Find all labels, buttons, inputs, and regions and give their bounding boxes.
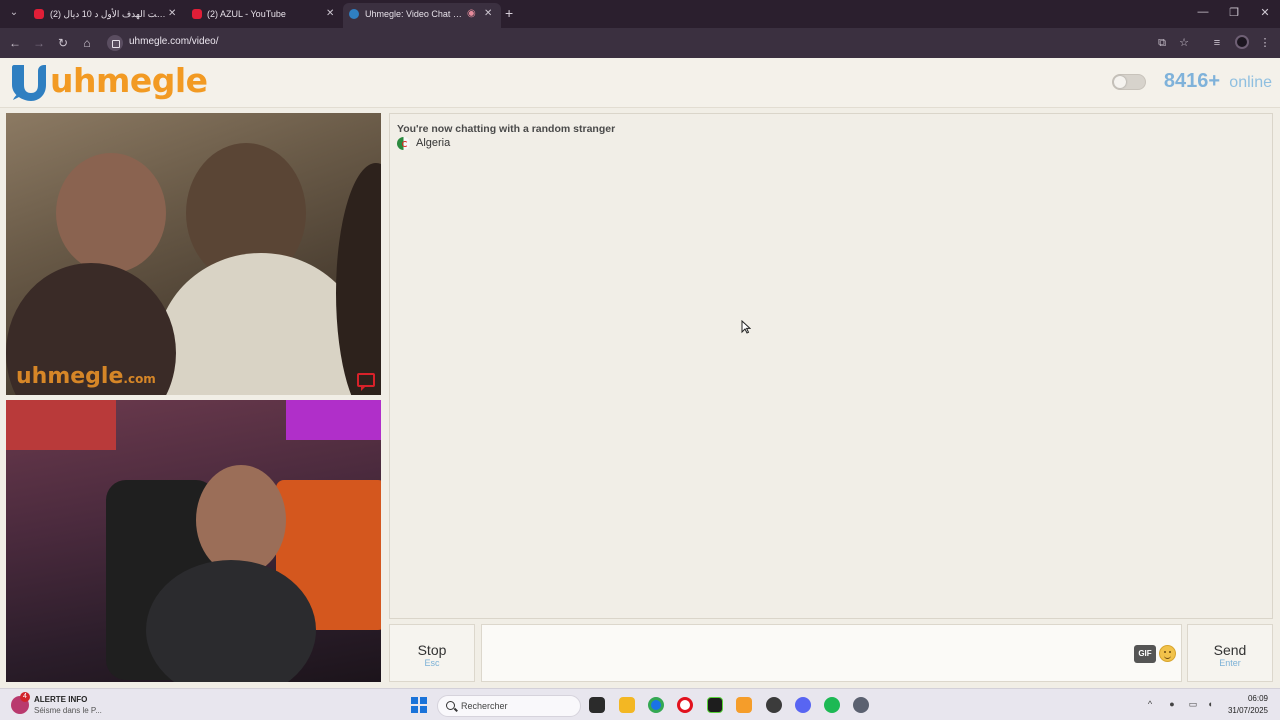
minimize-icon[interactable]: — (1196, 6, 1210, 18)
send-button-label: Send (1213, 642, 1247, 658)
volume-icon[interactable]: ◖ (1204, 699, 1216, 709)
stop-button-label: Stop (417, 642, 447, 658)
uhmegle-favicon-icon (349, 9, 359, 19)
online-label: online (1229, 74, 1272, 91)
self-video (6, 400, 381, 682)
video-figure (156, 253, 366, 395)
report-flag-icon[interactable] (357, 373, 375, 391)
news-subtitle[interactable]: Séisme dans le P... (34, 706, 102, 715)
url-text: uhmegle.com/video/ (129, 36, 219, 47)
back-arrow-icon[interactable]: ← (7, 35, 23, 51)
taskbar-search[interactable]: Rechercher (437, 695, 581, 717)
tab-youtube-1[interactable]: (2) حققت الهدف الأول د 10 ديال ✕ (28, 3, 180, 25)
tray-chevron-icon[interactable]: ^ (1144, 699, 1156, 709)
file-explorer-icon[interactable] (619, 697, 635, 713)
youtube-icon (34, 9, 44, 19)
chat-log: You're now chatting with a random strang… (389, 113, 1273, 619)
tab-close-icon[interactable]: ✕ (326, 3, 334, 25)
tab-title: (2) AZUL - YouTube (207, 9, 286, 19)
video-flag-backdrop (6, 400, 116, 450)
creative-app-icon[interactable] (736, 697, 752, 713)
window-close-icon[interactable]: ✕ (1258, 6, 1272, 19)
reload-icon[interactable]: ↻ (55, 35, 71, 51)
browser-tab-strip: ⌄ (2) حققت الهدف الأول د 10 ديال ✕ (2) A… (0, 0, 1280, 28)
stop-button-shortcut: Esc (424, 658, 440, 668)
theme-toggle[interactable] (1112, 74, 1146, 90)
new-tab-button[interactable]: + (505, 4, 519, 22)
online-counter: 8416+ online (1112, 70, 1272, 96)
tab-title: Uhmegle: Video Chat | Ome (365, 9, 463, 19)
send-button[interactable]: Send Enter (1187, 624, 1273, 682)
restore-icon[interactable]: ❐ (1227, 6, 1241, 19)
search-label: Rechercher (461, 701, 508, 711)
algeria-flag-icon (397, 137, 410, 150)
youtube-icon (192, 9, 202, 19)
video-figure (56, 153, 166, 273)
browser-menu-icon[interactable]: ⋮ (1257, 35, 1273, 51)
spotify-icon[interactable] (824, 697, 840, 713)
profile-avatar[interactable] (1235, 35, 1249, 49)
taskbar: 4 ALERTE INFO Séisme dans le P... Recher… (0, 688, 1280, 720)
opera-icon[interactable] (677, 697, 693, 713)
site-info-icon[interactable] (107, 35, 123, 51)
logo-text[interactable]: uhmegle (50, 61, 208, 100)
discord-icon[interactable] (795, 697, 811, 713)
network-icon[interactable]: ▭ (1187, 699, 1199, 710)
uhmegle-logo-icon[interactable] (8, 63, 48, 101)
country-name: Algeria (416, 137, 451, 149)
task-view-icon[interactable] (589, 697, 605, 713)
settings-gear-icon[interactable] (853, 697, 869, 713)
stop-button[interactable]: Stop Esc (389, 624, 475, 682)
mouse-cursor-icon (741, 320, 751, 334)
forward-arrow-icon[interactable]: → (31, 35, 47, 51)
address-bar[interactable]: uhmegle.com/video/ (103, 32, 1203, 54)
send-button-shortcut: Enter (1219, 658, 1241, 668)
emoji-icon[interactable] (1159, 645, 1176, 662)
obs-icon[interactable] (766, 697, 782, 713)
microphone-icon[interactable]: ● (1166, 699, 1178, 709)
gif-button[interactable]: GIF (1134, 645, 1156, 663)
translate-icon[interactable]: ⧉ (1154, 35, 1170, 51)
search-icon (446, 701, 455, 710)
tab-youtube-2[interactable]: (2) AZUL - YouTube ✕ (186, 3, 338, 25)
clock-time: 06:09 (1247, 694, 1268, 703)
video-neon-light (286, 400, 381, 440)
tab-search-chevron-icon[interactable]: ⌄ (6, 5, 22, 21)
tab-close-icon[interactable]: ✕ (168, 3, 176, 25)
browser-toolbar: ← → ↻ ⌂ uhmegle.com/video/ ⧉ ☆ ≡ ⋮ (0, 28, 1280, 58)
chat-status-message: You're now chatting with a random strang… (397, 123, 616, 135)
online-count: 8416+ (1163, 70, 1220, 92)
chrome-icon[interactable] (648, 697, 664, 713)
clock-date: 31/07/2025 (1227, 706, 1268, 715)
terminal-app-icon[interactable] (707, 697, 723, 713)
recording-indicator-icon: ◉ (467, 8, 476, 19)
bookmark-star-icon[interactable]: ☆ (1176, 35, 1192, 51)
site-header: uhmegle 8416+ online (0, 58, 1280, 108)
media-controls-icon[interactable]: ≡ (1209, 35, 1225, 51)
home-icon[interactable]: ⌂ (79, 35, 95, 51)
news-title[interactable]: ALERTE INFO (34, 695, 87, 704)
news-badge: 4 (20, 692, 30, 702)
tab-title: (2) حققت الهدف الأول د 10 ديال (50, 9, 170, 19)
windows-start-icon[interactable] (411, 697, 427, 713)
uhmegle-watermark: uhmegle.com (16, 364, 156, 389)
video-figure (196, 465, 286, 575)
stranger-video: uhmegle.com (6, 113, 381, 395)
tab-close-icon[interactable]: ✕ (484, 3, 492, 25)
video-figure (336, 163, 381, 395)
system-clock[interactable]: 06:09 31/07/2025 (1228, 693, 1268, 717)
tab-uhmegle[interactable]: Uhmegle: Video Chat | Ome ◉ ✕ (343, 3, 501, 28)
message-input[interactable]: GIF (481, 624, 1182, 682)
